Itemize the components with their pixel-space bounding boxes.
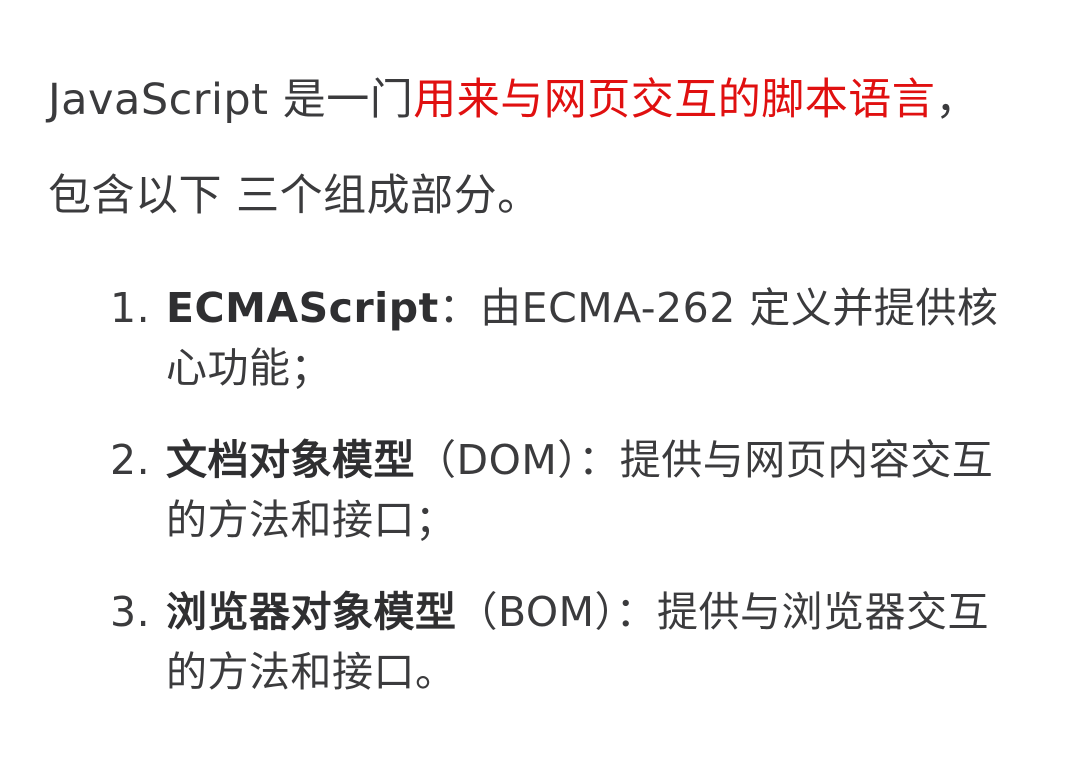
list-item-ecmascript: 1. ECMAScript：由ECMA-262 定义并提供核心功能； bbox=[110, 278, 1010, 398]
list-item-bom: 3. 浏览器对象模型（BOM）：提供与浏览器交互的方法和接口。 bbox=[110, 582, 1010, 702]
list-item-number: 3. bbox=[110, 588, 151, 636]
list-item-dom: 2. 文档对象模型（DOM）：提供与网页内容交互的方法和接口； bbox=[110, 430, 1010, 550]
components-list: 1. ECMAScript：由ECMA-262 定义并提供核心功能； 2. 文档… bbox=[110, 278, 1010, 734]
list-item-number: 2. bbox=[110, 436, 151, 484]
intro-highlight: 用来与网页交互的脚本语言 bbox=[413, 75, 936, 125]
list-item-text: 浏览器对象模型（BOM）：提供与浏览器交互的方法和接口。 bbox=[166, 582, 1010, 702]
list-item-term: 文档对象模型 bbox=[166, 436, 415, 484]
list-item-text: ECMAScript：由ECMA-262 定义并提供核心功能； bbox=[166, 278, 1010, 398]
list-item-text: 文档对象模型（DOM）：提供与网页内容交互的方法和接口； bbox=[166, 430, 1010, 550]
document-page: JavaScript 是一门用来与网页交互的脚本语言，包含以下 三个组成部分。 … bbox=[0, 0, 1080, 774]
intro-prefix: JavaScript 是一门 bbox=[48, 75, 414, 125]
list-item-term: 浏览器对象模型 bbox=[166, 588, 457, 636]
list-item-term: ECMAScript bbox=[166, 284, 439, 332]
list-item-number: 1. bbox=[110, 284, 151, 332]
intro-paragraph: JavaScript 是一门用来与网页交互的脚本语言，包含以下 三个组成部分。 bbox=[48, 52, 1008, 244]
